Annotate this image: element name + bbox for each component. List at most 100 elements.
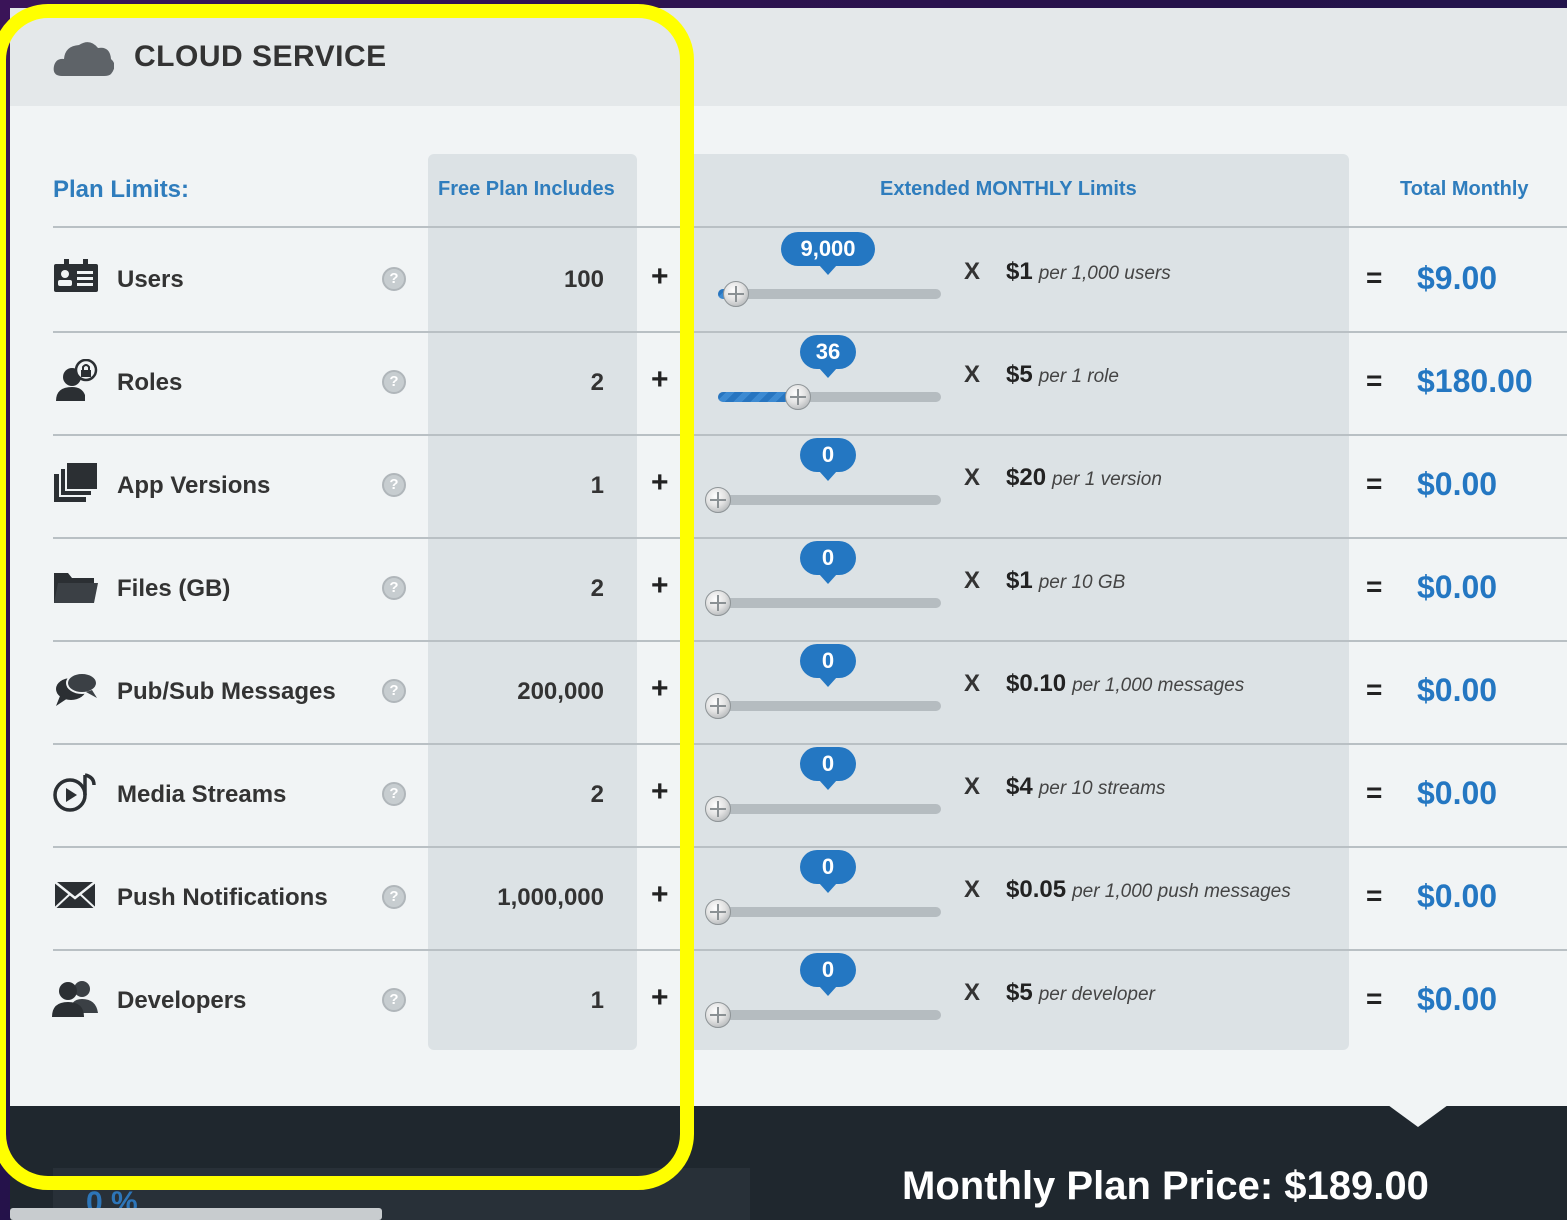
row-total: $0.00 bbox=[1417, 672, 1498, 708]
limit-slider-track[interactable] bbox=[718, 907, 941, 917]
multiply-sign: X bbox=[964, 979, 981, 1006]
free-plan-value: 100 bbox=[563, 266, 604, 293]
unit-price: $20 per 1 version bbox=[1006, 464, 1162, 492]
slider-handle[interactable] bbox=[705, 796, 731, 822]
price-amount: $1 bbox=[1006, 567, 1033, 594]
unit-price: $1 per 1,000 users bbox=[1006, 258, 1171, 286]
multiply-sign: X bbox=[964, 464, 981, 491]
row-total: $0.00 bbox=[1417, 466, 1498, 502]
user-card-icon bbox=[52, 256, 100, 298]
equals-sign: = bbox=[1366, 365, 1383, 396]
slider-handle[interactable] bbox=[722, 281, 749, 307]
limit-slider-track[interactable] bbox=[718, 804, 941, 814]
plan-limit-row: Users? 100 +9,000 X $1 per 1,000 users = $9.00 bbox=[10, 228, 1567, 331]
limit-slider-track[interactable] bbox=[718, 392, 941, 402]
slider-value-bubble: 0 bbox=[800, 644, 856, 687]
price-amount: $20 bbox=[1006, 464, 1047, 491]
people-icon bbox=[52, 977, 100, 1019]
row-total: $9.00 bbox=[1417, 260, 1498, 296]
total-monthly-heading: Total Monthly bbox=[1400, 178, 1529, 200]
unit-price: $0.10 per 1,000 messages bbox=[1006, 670, 1244, 698]
plus-sign: + bbox=[651, 260, 669, 293]
limit-slider-track[interactable] bbox=[718, 598, 941, 608]
help-icon[interactable]: ? bbox=[382, 679, 406, 703]
help-icon[interactable]: ? bbox=[382, 473, 406, 497]
free-plan-heading: Free Plan Includes bbox=[438, 178, 615, 200]
plan-limit-row: Media Streams? 2 +0 X $4 per 10 streams = $0.00 bbox=[10, 743, 1567, 846]
cloud-service-panel: CLOUD SERVICE Plan Limits: Free Plan Inc… bbox=[10, 8, 1567, 1220]
help-icon[interactable]: ? bbox=[382, 370, 406, 394]
row-label: Files (GB) bbox=[117, 575, 231, 602]
slider-handle[interactable] bbox=[705, 693, 731, 719]
folder-icon bbox=[52, 565, 100, 607]
price-amount: $0.10 bbox=[1006, 670, 1067, 697]
page-title: CLOUD SERVICE bbox=[134, 40, 387, 73]
equals-sign: = bbox=[1366, 571, 1383, 602]
price-amount: $1 bbox=[1006, 258, 1033, 285]
plan-limit-row: Roles? 2 +36 X $5 per 1 role = $180.00 bbox=[10, 331, 1567, 434]
unit-price: $1 per 10 GB bbox=[1006, 567, 1125, 595]
equals-sign: = bbox=[1366, 880, 1383, 911]
role-lock-icon bbox=[52, 358, 100, 401]
row-label: Pub/Sub Messages bbox=[117, 678, 336, 705]
price-unit: per 1 version bbox=[1052, 469, 1162, 490]
price-footer: 0 % Monthly Plan Price: $189.00 bbox=[10, 1105, 1567, 1220]
scrollbar[interactable] bbox=[10, 1208, 382, 1220]
limit-slider-track[interactable] bbox=[718, 495, 941, 505]
panel-header: CLOUD SERVICE bbox=[10, 8, 1567, 106]
plan-limit-row: Files (GB)? 2 +0 X $1 per 10 GB = $0.00 bbox=[10, 537, 1567, 640]
slider-value-bubble: 0 bbox=[800, 438, 856, 481]
plus-sign: + bbox=[651, 466, 669, 499]
help-icon[interactable]: ? bbox=[382, 576, 406, 600]
price-amount: $5 bbox=[1006, 361, 1033, 388]
free-plan-value: 1,000,000 bbox=[497, 884, 604, 911]
row-total: $180.00 bbox=[1417, 363, 1533, 399]
monthly-plan-price: Monthly Plan Price: $189.00 bbox=[902, 1164, 1429, 1208]
equals-sign: = bbox=[1366, 777, 1383, 808]
plan-limit-row: Developers? 1 +0 X $5 per developer = $0.00 bbox=[10, 949, 1567, 1052]
envelope-icon bbox=[52, 874, 100, 916]
plus-sign: + bbox=[651, 569, 669, 602]
slider-handle[interactable] bbox=[705, 487, 731, 513]
free-plan-value: 2 bbox=[590, 781, 604, 808]
price-unit: per developer bbox=[1038, 984, 1155, 1005]
help-icon[interactable]: ? bbox=[382, 988, 406, 1012]
slider-handle[interactable] bbox=[705, 590, 731, 616]
row-total: $0.00 bbox=[1417, 569, 1498, 605]
slider-handle[interactable] bbox=[785, 384, 812, 410]
limit-slider-track[interactable] bbox=[718, 1010, 941, 1020]
plus-sign: + bbox=[651, 775, 669, 808]
unit-price: $4 per 10 streams bbox=[1006, 773, 1165, 801]
row-total: $0.00 bbox=[1417, 775, 1498, 811]
price-unit: per 1,000 push messages bbox=[1072, 881, 1291, 902]
unit-price: $0.05 per 1,000 push messages bbox=[1006, 876, 1291, 904]
price-unit: per 10 GB bbox=[1038, 572, 1126, 593]
limit-slider-track[interactable] bbox=[718, 701, 941, 711]
stack-icon bbox=[52, 461, 100, 504]
slider-handle[interactable] bbox=[705, 899, 731, 925]
help-icon[interactable]: ? bbox=[382, 267, 406, 291]
price-unit: per 1 role bbox=[1038, 366, 1119, 387]
help-icon[interactable]: ? bbox=[382, 885, 406, 909]
footer-notch bbox=[1388, 1105, 1448, 1127]
equals-sign: = bbox=[1366, 262, 1383, 293]
price-amount: $4 bbox=[1006, 773, 1033, 800]
row-label: Roles bbox=[117, 369, 183, 396]
plus-sign: + bbox=[651, 672, 669, 705]
limit-slider-track[interactable] bbox=[718, 289, 941, 299]
media-stream-icon bbox=[52, 771, 100, 813]
slider-handle[interactable] bbox=[705, 1002, 731, 1028]
equals-sign: = bbox=[1366, 674, 1383, 705]
slider-value-bubble: 0 bbox=[800, 747, 856, 790]
slider-value-bubble: 9,000 bbox=[781, 232, 875, 275]
multiply-sign: X bbox=[964, 670, 981, 697]
plan-limit-row: Pub/Sub Messages? 200,000 +0 X $0.10 per 1,00… bbox=[10, 640, 1567, 743]
multiply-sign: X bbox=[964, 876, 981, 903]
unit-price: $5 per developer bbox=[1006, 979, 1155, 1007]
price-amount: $5 bbox=[1006, 979, 1033, 1006]
slider-value-bubble: 36 bbox=[800, 335, 856, 378]
help-icon[interactable]: ? bbox=[382, 782, 406, 806]
free-plan-value: 200,000 bbox=[517, 678, 604, 705]
row-total: $0.00 bbox=[1417, 878, 1498, 914]
row-label: Media Streams bbox=[117, 781, 287, 808]
